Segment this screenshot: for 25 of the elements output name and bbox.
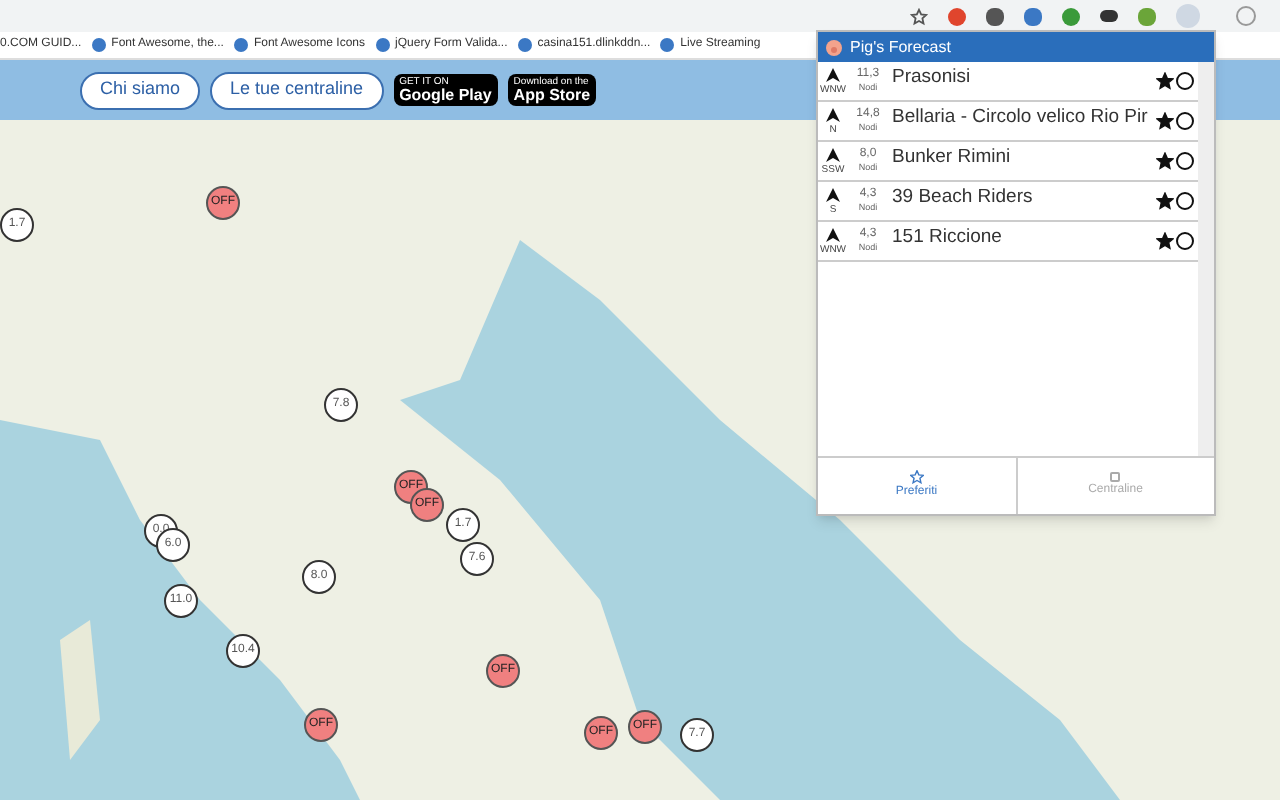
square-icon (1110, 472, 1121, 482)
popup-title: Pig's Forecast (850, 35, 951, 59)
wind-arrow-icon (826, 147, 840, 161)
nav-button[interactable]: Chi siamo (80, 71, 201, 109)
star-icon[interactable] (1156, 72, 1174, 90)
island-shape (60, 620, 100, 760)
wind-arrow-icon (826, 67, 840, 81)
star-icon[interactable] (1156, 232, 1174, 250)
wind-arrow-icon (826, 227, 840, 241)
pig-icon (824, 38, 844, 56)
nav-button[interactable]: Le tue centraline (210, 71, 384, 109)
star-icon[interactable] (1156, 152, 1174, 170)
station-name: Prasonisi (890, 63, 973, 92)
station-name: 39 Beach Riders (890, 183, 1035, 212)
wind-arrow-icon (826, 187, 840, 201)
profile-icon[interactable] (1236, 6, 1256, 26)
star-icon[interactable] (1156, 192, 1174, 210)
extension-icon[interactable] (986, 7, 1004, 25)
wind-arrow-icon (826, 107, 840, 121)
star-icon (909, 470, 924, 484)
extension-icon[interactable] (1100, 10, 1118, 22)
star-icon[interactable] (910, 7, 928, 25)
star-icon[interactable] (1156, 112, 1174, 130)
station-name: Bunker Rimini (890, 143, 1013, 172)
station-name: 151 Riccione (890, 223, 1004, 252)
